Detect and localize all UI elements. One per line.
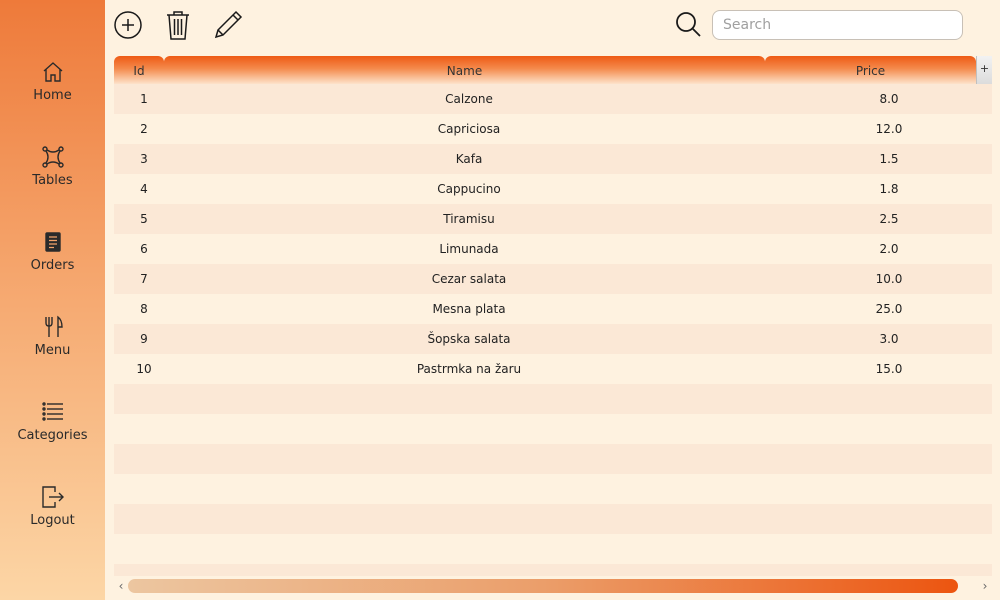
cell-price: 1.8 [879,182,899,196]
cell-price: 8.0 [879,92,899,106]
table-row[interactable]: 5 Tiramisu 2.5 [114,204,992,234]
table-row[interactable]: 8 Mesna plata 25.0 [114,294,992,324]
scroll-thumb[interactable] [128,579,958,593]
table-row[interactable]: 7 Cezar salata 10.0 [114,264,992,294]
menu-items-table: Id Name Price + 1 Calzone 8.0 2 Capriciosa 12… [114,56,992,576]
table-row[interactable]: 6 Limunada 2.0 [114,234,992,264]
table-body: 1 Calzone 8.0 2 Capriciosa 12.0 3 Kafa 1.5 4 Cappu… [114,84,992,576]
tables-icon [41,145,65,169]
cell-name: Calzone [445,92,493,106]
table-row[interactable]: 2 Capriciosa 12.0 [114,114,992,144]
home-icon [41,60,65,84]
cell-price: 12.0 [875,122,903,136]
logout-icon [41,485,65,509]
cell-name: Cappucino [437,182,501,196]
sidebar-item-label: Menu [34,343,71,358]
empty-table-row [114,564,992,576]
sidebar-item-label: Home [33,88,72,103]
delete-button[interactable] [162,9,194,41]
sidebar-item-orders[interactable]: Orders [0,230,105,300]
table-header: Id Name Price [114,56,976,84]
trash-icon [164,9,192,41]
empty-table-row [114,444,992,474]
cell-name: Kafa [455,152,483,166]
empty-table-row [114,384,992,414]
cell-name: Capriciosa [437,122,501,136]
orders-icon [41,230,65,254]
column-menu-button[interactable]: + [976,56,992,84]
table-row[interactable]: 4 Cappucino 1.8 [114,174,992,204]
empty-table-row [114,414,992,444]
cell-name: Limunada [439,242,499,256]
sidebar-item-categories[interactable]: Categories [0,400,105,470]
sidebar-item-logout[interactable]: Logout [0,485,105,555]
search-button[interactable] [672,8,704,40]
search-input[interactable] [712,10,963,40]
pencil-icon [212,9,244,41]
edit-button[interactable] [212,9,244,41]
table-row[interactable]: 3 Kafa 1.5 [114,144,992,174]
sidebar-item-menu[interactable]: Menu [0,315,105,385]
column-header-name[interactable]: Name [164,56,765,84]
sidebar-item-label: Tables [32,173,73,188]
empty-table-row [114,504,992,534]
fork-knife-icon [41,315,65,339]
list-icon [41,400,65,424]
table-row[interactable]: 1 Calzone 8.0 [114,84,992,114]
sidebar-item-label: Categories [17,428,88,443]
cell-name: Tiramisu [443,212,495,226]
cell-name: Šopska salata [427,332,511,346]
column-header-label: Name [446,64,483,78]
cell-name: Pastrmka na žaru [416,362,522,376]
column-header-label: Price [855,64,886,78]
column-header-label: Id [133,64,145,78]
sidebar: Home Tables Orders Menu Categories Logou… [0,0,105,600]
table-row[interactable]: 9 Šopska salata 3.0 [114,324,992,354]
sidebar-item-label: Logout [30,513,75,528]
cell-name: Mesna plata [432,302,506,316]
scroll-left-button[interactable]: ‹ [114,578,128,594]
sidebar-item-label: Orders [30,258,75,273]
cell-price: 2.0 [879,242,899,256]
horizontal-scrollbar[interactable]: ‹ › [114,576,992,596]
search-icon [673,9,703,39]
cell-price: 3.0 [879,332,899,346]
cell-price: 2.5 [879,212,899,226]
cell-price: 15.0 [875,362,903,376]
sidebar-item-tables[interactable]: Tables [0,145,105,215]
cell-price: 10.0 [875,272,903,286]
sidebar-item-home[interactable]: Home [0,60,105,130]
column-header-id[interactable]: Id [114,56,164,84]
column-header-price[interactable]: Price [765,56,976,84]
scroll-right-button[interactable]: › [978,578,992,594]
add-button[interactable] [112,9,144,41]
empty-table-row [114,534,992,564]
cell-price: 25.0 [875,302,903,316]
cell-name: Cezar salata [431,272,507,286]
plus-circle-icon [113,10,143,40]
table-row[interactable]: 10 Pastrmka na žaru 15.0 [114,354,992,384]
cell-price: 1.5 [879,152,899,166]
empty-table-row [114,474,992,504]
